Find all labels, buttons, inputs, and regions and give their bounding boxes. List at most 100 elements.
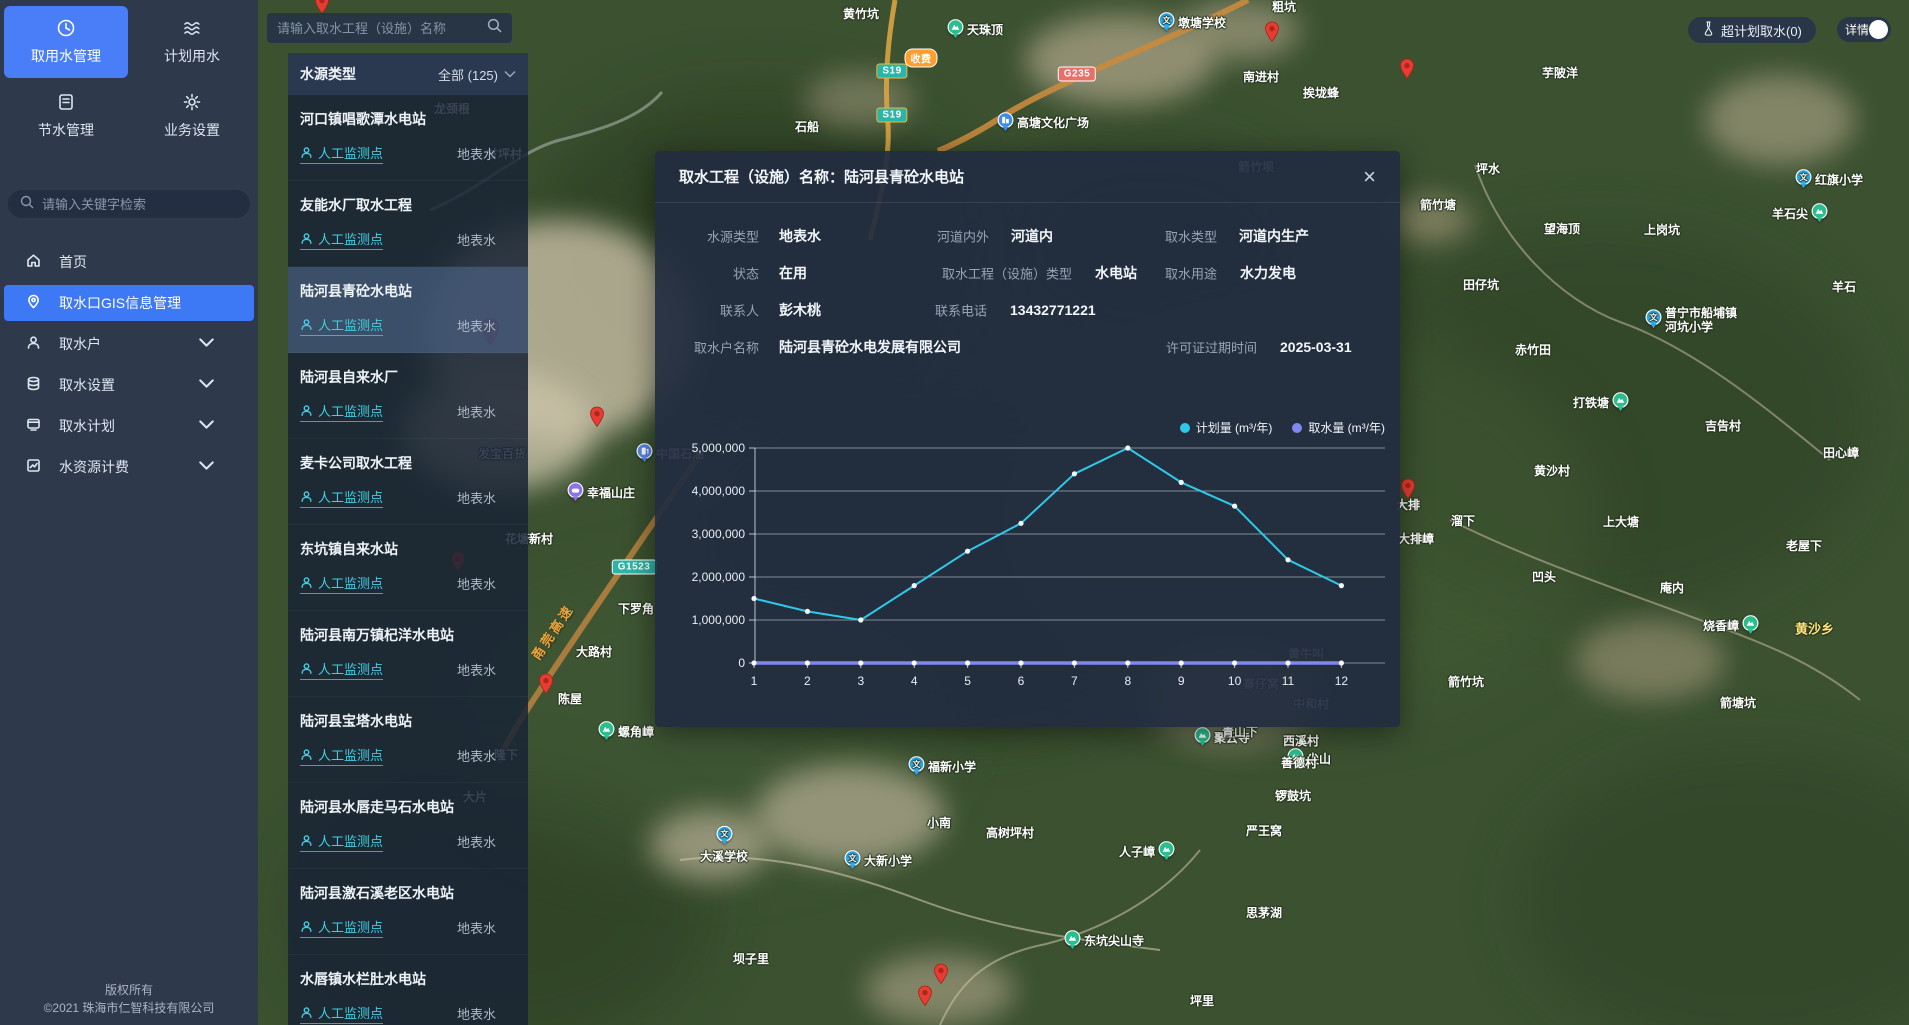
field-value: 河道内 [1011,226,1053,246]
detail-row: 取水户名称陆河县青砼水电发展有限公司许可证过期时间2025-03-31 [655,328,1400,365]
station-list-item[interactable]: 麦卡公司取水工程人工监测点地表水 [288,439,528,525]
school-marker-icon: 文 [716,826,733,850]
station-name: 友能水厂取水工程 [300,195,516,215]
field-label: 联系人 [655,300,759,319]
manual-monitor-link[interactable]: 人工监测点 [300,229,383,250]
red-map-pin[interactable] [933,963,949,990]
station-search-input[interactable] [277,21,481,36]
station-search[interactable] [267,13,512,43]
manual-monitor-link[interactable]: 人工监测点 [300,401,383,422]
map-label-text: 打铁塘 [1573,397,1609,411]
manual-monitor-link[interactable]: 人工监测点 [300,831,383,852]
map-label-text: 黄沙乡 [1795,623,1834,638]
sidebar-search[interactable] [8,190,250,218]
app-tile-2[interactable]: 节水管理 [4,80,128,152]
school-marker-icon: 文 [1645,309,1662,333]
sidebar-item-5[interactable]: 水资源计费 [4,449,254,485]
app-tile-1[interactable]: 计划用水 [130,6,254,78]
manual-monitor-link[interactable]: 人工监测点 [300,917,383,938]
sidebar-item-2[interactable]: 取水户 [4,326,254,362]
map-poi-label: 箭竹塘 [1420,199,1456,213]
station-list-item[interactable]: 陆河县宝塔水电站人工监测点地表水 [288,697,528,783]
map-poi-label: 箭竹坑 [1448,676,1484,690]
water-source-label: 地表水 [457,660,516,679]
station-name: 东坑镇自来水站 [300,539,516,559]
water-source-label: 地表水 [457,144,516,163]
manual-monitor-link[interactable]: 人工监测点 [300,1003,383,1024]
red-map-pin[interactable] [917,985,933,1012]
close-icon[interactable]: × [1363,166,1376,188]
station-list-item[interactable]: 东坑镇自来水站人工监测点地表水 [288,525,528,611]
svg-text:1,000,000: 1,000,000 [692,613,746,627]
field-label: 取水用途 [1057,263,1217,282]
map-label-text: 大溪学校 [700,851,748,865]
scenic-marker-icon [1064,930,1081,954]
station-list-item[interactable]: 河口镇唱歌潭水电站人工监测点地表水 [288,95,528,181]
station-list-item[interactable]: 陆河县南万镇杞洋水电站人工监测点地表水 [288,611,528,697]
search-icon[interactable] [487,18,502,38]
map-label-text: 天珠顶 [967,24,1003,38]
station-list-item[interactable]: 陆河县水唇走马石水电站人工监测点地表水 [288,783,528,869]
station-list-item[interactable]: 水唇镇水栏肚水电站人工监测点地表水 [288,955,528,1025]
app-tile-3[interactable]: 业务设置 [130,80,254,152]
sidebar-item-1[interactable]: 取水口GIS信息管理 [4,285,254,321]
sidebar-item-label: 取水户 [59,334,101,354]
station-list-item[interactable]: 陆河县青砼水电站人工监测点地表水 [288,267,528,353]
sidebar: 取用水管理计划用水节水管理 业务设置 首页取水口GIS信息管理取水户取水设置取水计… [0,0,258,1025]
red-map-pin[interactable] [1400,478,1416,505]
red-map-pin[interactable] [1399,58,1415,85]
sidebar-item-4[interactable]: 取水计划 [4,408,254,444]
map-poi-label: 黄沙乡 [1795,623,1834,638]
chevron-down-icon [199,376,214,394]
field-value: 陆河县青砼水电发展有限公司 [779,337,961,357]
water-source-filter[interactable]: 水源类型 全部 (125) [288,53,528,95]
manual-monitor-link[interactable]: 人工监测点 [300,315,383,336]
manual-monitor-link[interactable]: 人工监测点 [300,143,383,164]
red-map-pin[interactable] [538,673,554,700]
field-value: 水力发电 [1240,263,1296,283]
detail-toggle-label: 详情 [1845,21,1869,38]
sidebar-item-3[interactable]: 取水设置 [4,367,254,403]
manual-monitor-link[interactable]: 人工监测点 [300,659,383,680]
monitor-type-label: 人工监测点 [318,487,383,506]
station-list-item[interactable]: 陆河县自来水厂人工监测点地表水 [288,353,528,439]
station-name: 陆河县宝塔水电站 [300,711,516,731]
map-label-text: 幸福山庄 [587,487,635,501]
map-label-text: 福新小学 [928,761,976,775]
manual-monitor-link[interactable]: 人工监测点 [300,745,383,766]
app-tile-label: 业务设置 [164,120,220,140]
map-label-text: 大新小学 [864,855,912,869]
map-poi-label: 文大新小学 [844,850,912,874]
map-label-text: 小南 [927,817,951,831]
detail-toggle[interactable]: 详情 [1837,17,1891,42]
water-source-label: 地表水 [457,230,516,249]
svg-text:文: 文 [1800,172,1809,182]
field-value: 地表水 [779,226,821,246]
sidebar-search-input[interactable] [42,197,238,212]
manual-monitor-link[interactable]: 人工监测点 [300,573,383,594]
map-label-text: 下罗角 [618,603,654,617]
app-tile-label: 节水管理 [38,120,94,140]
field-value: 在用 [779,263,807,283]
flask-icon [1702,21,1715,39]
red-map-pin[interactable] [1264,21,1280,48]
map-poi-label: 螺角嶂 [598,721,654,745]
sidebar-item-0[interactable]: 首页 [4,244,254,280]
field-label: 取水户名称 [655,337,759,356]
svg-text:9: 9 [1178,674,1185,688]
detail-row: 水源类型地表水河道内外河道内取水类型河道内生产 [655,217,1400,254]
map-poi-label: 思茅湖 [1246,907,1282,921]
over-plan-withdrawal-button[interactable]: 超计划取水(0) [1688,17,1816,43]
station-list-item[interactable]: 友能水厂取水工程人工监测点 地表水 [288,181,528,267]
app-tile-0[interactable]: 取用水管理 [4,6,128,78]
svg-text:10: 10 [1228,674,1242,688]
svg-text:2,000,000: 2,000,000 [692,570,746,584]
station-list-item[interactable]: 陆河县激石溪老区水电站人工监测点地表水 [288,869,528,955]
red-map-pin[interactable] [589,406,605,433]
manual-monitor-link[interactable]: 人工监测点 [300,487,383,508]
scenic-marker-icon [1742,615,1759,639]
map-label-text: 红旗小学 [1815,174,1863,188]
field-value: 2025-03-31 [1280,339,1352,355]
map-label-text: 田心嶂 [1823,447,1859,461]
scenic-marker-icon [598,721,615,745]
